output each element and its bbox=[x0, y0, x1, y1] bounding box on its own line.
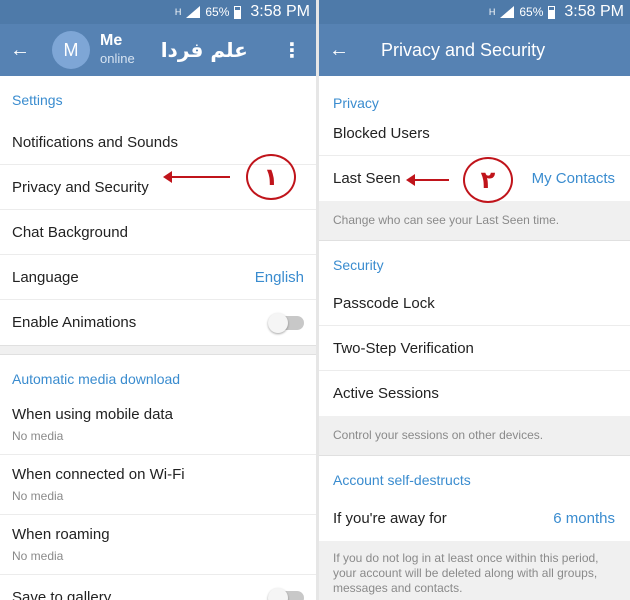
item-label: Save to gallery bbox=[12, 589, 112, 600]
animations-toggle[interactable] bbox=[268, 312, 304, 333]
item-label: When using mobile data bbox=[12, 406, 173, 423]
item-label: If you're away for bbox=[333, 510, 447, 527]
passcode-lock-item[interactable]: Passcode Lock bbox=[319, 281, 630, 326]
enable-animations-item[interactable]: Enable Animations bbox=[0, 300, 316, 345]
item-label: Last Seen bbox=[333, 170, 401, 187]
settings-screen: H 65% 3:58 PM ← M Me online علم فردا ⋮ S… bbox=[0, 0, 316, 600]
item-label: Active Sessions bbox=[333, 385, 439, 402]
self-destruct-info: If you do not log in at least once withi… bbox=[319, 541, 630, 600]
away-period-value: 6 months bbox=[553, 510, 615, 527]
item-subtitle: No media bbox=[12, 429, 64, 443]
battery-percent: 65% bbox=[205, 5, 230, 19]
section-header-media: Automatic media download bbox=[12, 371, 181, 387]
battery-icon bbox=[548, 5, 556, 19]
annotation-1: ١ bbox=[163, 154, 296, 200]
status-bar: H 65% 3:58 PM bbox=[0, 0, 316, 24]
item-label: Privacy and Security bbox=[12, 178, 149, 196]
item-label: Chat Background bbox=[12, 223, 128, 241]
annotation-arrow bbox=[163, 171, 230, 183]
user-name: Me bbox=[100, 32, 123, 49]
blocked-users-item[interactable]: Blocked Users bbox=[319, 111, 630, 156]
language-item[interactable]: Language English bbox=[0, 255, 316, 300]
annotation-arrow bbox=[406, 174, 449, 186]
privacy-action-bar: ← Privacy and Security bbox=[319, 24, 630, 76]
sessions-info: Control your sessions on other devices. bbox=[319, 416, 630, 456]
item-label: Notifications and Sounds bbox=[12, 133, 178, 151]
last-seen-value: My Contacts bbox=[531, 170, 615, 187]
annotation-number: ٢ bbox=[463, 157, 513, 203]
item-subtitle: No media bbox=[12, 549, 64, 563]
privacy-screen: H 65% 3:58 PM ← Privacy and Security Pri… bbox=[319, 0, 630, 600]
section-header-privacy: Privacy bbox=[333, 95, 379, 111]
save-to-gallery-item[interactable]: Save to gallery bbox=[0, 575, 316, 600]
toggle-knob bbox=[268, 587, 288, 600]
battery-percent: 65% bbox=[519, 5, 544, 19]
gallery-toggle[interactable] bbox=[268, 587, 304, 600]
item-label: Passcode Lock bbox=[333, 294, 435, 312]
roaming-item[interactable]: When roaming No media bbox=[0, 515, 316, 575]
user-status: online bbox=[100, 51, 135, 66]
section-divider bbox=[0, 345, 316, 355]
battery-icon bbox=[234, 5, 242, 19]
item-label: Enable Animations bbox=[12, 314, 137, 331]
brand-watermark: علم فردا bbox=[160, 38, 248, 62]
page-title: Privacy and Security bbox=[381, 39, 546, 60]
chat-background-item[interactable]: Chat Background bbox=[0, 210, 316, 255]
avatar[interactable]: M bbox=[52, 31, 90, 69]
last-seen-info: Change who can see your Last Seen time. bbox=[319, 201, 630, 241]
back-arrow-icon[interactable]: ← bbox=[0, 39, 40, 62]
item-label: Language bbox=[12, 268, 79, 286]
network-type: H bbox=[488, 7, 496, 17]
item-label: Blocked Users bbox=[333, 124, 430, 142]
section-header-settings: Settings bbox=[12, 92, 63, 108]
item-subtitle: No media bbox=[12, 489, 64, 503]
item-label: Two-Step Verification bbox=[333, 339, 474, 357]
two-step-verification-item[interactable]: Two-Step Verification bbox=[319, 326, 630, 371]
away-period-item[interactable]: If you're away for 6 months bbox=[319, 496, 630, 541]
signal-icon bbox=[186, 6, 201, 18]
toggle-knob bbox=[268, 312, 288, 333]
language-value: English bbox=[254, 268, 304, 286]
clock: 3:58 PM bbox=[250, 3, 310, 20]
item-label: When connected on Wi-Fi bbox=[12, 466, 185, 483]
annotation-number: ١ bbox=[246, 154, 296, 200]
section-header-self-destruct: Account self-destructs bbox=[333, 472, 471, 488]
clock: 3:58 PM bbox=[564, 3, 624, 20]
more-options-icon[interactable]: ⋮ bbox=[282, 38, 302, 63]
back-arrow-icon[interactable]: ← bbox=[319, 39, 359, 62]
mobile-data-item[interactable]: When using mobile data No media bbox=[0, 395, 316, 455]
status-bar: H 65% 3:58 PM bbox=[319, 0, 630, 24]
annotation-2: ٢ bbox=[406, 157, 513, 203]
signal-icon bbox=[500, 6, 515, 18]
item-label: When roaming bbox=[12, 526, 110, 543]
network-type: H bbox=[174, 7, 182, 17]
wifi-item[interactable]: When connected on Wi-Fi No media bbox=[0, 455, 316, 515]
profile-info: Me online bbox=[100, 32, 135, 68]
section-header-security: Security bbox=[333, 257, 384, 273]
settings-action-bar: ← M Me online علم فردا ⋮ bbox=[0, 24, 316, 76]
privacy-list: Privacy Blocked Users Last Seen My Conta… bbox=[319, 76, 630, 600]
active-sessions-item[interactable]: Active Sessions bbox=[319, 371, 630, 416]
